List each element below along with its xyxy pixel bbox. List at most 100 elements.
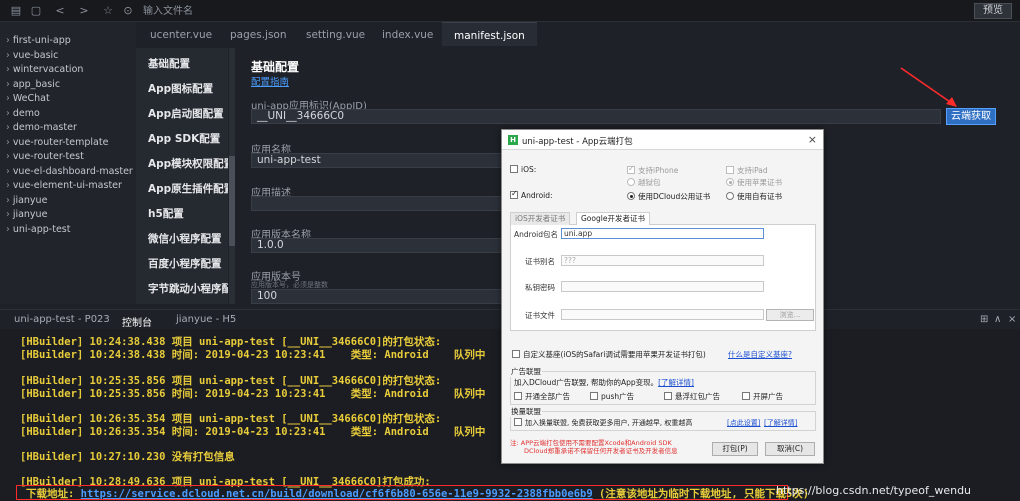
password-input[interactable] [561,281,764,292]
cert-file-label: 证书文件 [525,311,555,320]
ios-ipad-checkbox[interactable]: 支持iPad [726,165,768,176]
tab-manifest-json[interactable]: manifest.json [442,22,537,46]
tab-google-cert[interactable]: Google开发者证书 [576,212,650,225]
chevron-right-icon: › [6,107,10,119]
custom-base-checkbox[interactable]: 自定义基座(iOS的Safari调试需要用苹果开发证书打包) [512,349,706,360]
scrollbar-thumb[interactable] [229,156,235,246]
arrow-head [946,97,957,107]
dialog-close-icon[interactable]: × [808,133,817,146]
nav-app-sdk[interactable]: App SDK配置 [136,127,228,152]
nav-app-splash[interactable]: App启动图配置 [136,102,228,127]
project-item[interactable]: › uni-app-test [0,223,136,238]
custom-base-help-link[interactable]: 什么是自定义基座? [728,349,792,360]
project-item[interactable]: › WeChat [0,92,136,107]
nav-app-icon[interactable]: App图标配置 [136,77,228,102]
project-item[interactable]: › demo-master [0,121,136,136]
app-name-input[interactable]: uni-app-test [251,153,516,168]
tab-index[interactable]: index.vue [382,22,433,46]
nav-scrollbar[interactable] [229,48,235,304]
back-arrow-icon[interactable]: < [52,3,68,19]
download-line: 下载地址: https://service.dcloud.net.cn/buil… [26,486,809,501]
preview-button[interactable]: 预览 [974,3,1012,19]
tab-ucenter[interactable]: ucenter.vue [150,22,212,46]
project-item[interactable]: › app_basic [0,78,136,93]
nav-wechat-mp[interactable]: 微信小程序配置 [136,227,228,252]
cancel-button[interactable]: 取消(C) [765,442,815,456]
ios-checkbox[interactable]: iOS: [510,165,536,174]
pack-button[interactable]: 打包(P) [712,442,758,456]
pkg-label: Android包名 [514,230,558,239]
target-icon[interactable]: ⊙ [120,3,136,19]
project-item[interactable]: › vue-router-template [0,136,136,151]
checkbox-icon [664,392,672,400]
swap-group-title: 换量联盟 [510,406,542,417]
chevron-right-icon: › [6,78,10,90]
version-name-input[interactable]: 1.0.0 [251,238,516,253]
ad-push-checkbox[interactable]: push广告 [590,391,634,402]
maximize-icon[interactable]: ⊞ [980,314,988,325]
android-checkbox[interactable]: Android: [510,189,553,200]
ios-iphone-checkbox[interactable]: 支持iPhone [627,164,678,176]
project-item[interactable]: › vue-router-test [0,150,136,165]
nav-basic-config[interactable]: 基础配置 [136,52,228,77]
nav-bytedance-mp[interactable]: 字节跳动小程序配置 [136,277,228,302]
checkbox-icon [590,392,598,400]
nav-app-plugins[interactable]: App原生插件配置 [136,177,228,202]
chevron-right-icon: › [6,64,10,75]
swap-detail-link[interactable]: [了解详情] [764,418,797,428]
project-item[interactable]: › vue-basic [0,49,136,64]
tab-setting[interactable]: setting.vue [306,22,365,46]
download-url-link[interactable]: https://service.dcloud.net.cn/build/down… [81,488,593,500]
radio-icon [627,178,635,186]
forward-arrow-icon[interactable]: > [76,3,92,19]
checkbox-icon [514,418,522,426]
project-item[interactable]: › jianyue [0,208,136,223]
project-item[interactable]: › first-uni-app [0,34,136,49]
chevron-right-icon: › [6,122,10,133]
checkbox-icon [510,189,518,199]
ad-redpacket-checkbox[interactable]: 悬浮红包广告 [664,391,720,402]
password-label: 私钥密码 [525,283,555,292]
ad-detail-link[interactable]: [了解详情] [658,378,694,387]
sidebar-toggle-icon[interactable]: ▤ [8,3,24,19]
version-code-input[interactable]: 100 [251,289,516,304]
console-tab-p023[interactable]: uni-app-test - P023 [14,314,110,325]
android-dcloud-cert-radio[interactable]: 使用DCloud公用证书 [627,191,710,202]
ios-apple-cert-radio[interactable]: 使用苹果证书 [726,177,782,188]
swap-checkbox[interactable]: 加入换量联盟, 免费获取更多用户, 开通越早, 权重越高 [514,418,692,428]
appid-input[interactable]: __UNI__34666C0 [251,109,941,124]
project-item[interactable]: › demo [0,107,136,122]
nav-baidu-mp[interactable]: 百度小程序配置 [136,252,228,277]
project-item[interactable]: › vue-el-dashboard-master [0,165,136,180]
tab-pages-json[interactable]: pages.json [230,22,287,46]
project-item[interactable]: › wintervacation [0,63,136,78]
ad-all-checkbox[interactable]: 开通全部广告 [514,391,570,402]
pkg-input[interactable]: uni.app [561,228,764,239]
chevron-right-icon: › [6,209,10,220]
browse-button[interactable]: 浏览... [766,309,814,321]
project-item[interactable]: › vue-element-ui-master [0,179,136,194]
annotation-arrow [900,67,957,107]
chevron-up-icon[interactable]: ∧ [994,314,1001,325]
tab-ios-cert[interactable]: iOS开发者证书 [510,212,571,225]
log-line: [HBuilder] 10:27:10.230 没有打包信息 [20,451,235,463]
app-desc-input[interactable] [251,196,516,211]
star-icon[interactable]: ☆ [100,3,116,19]
cert-file-input[interactable] [561,309,764,320]
close-icon[interactable]: × [1008,314,1016,325]
nav-h5[interactable]: h5配置 [136,202,228,227]
search-input[interactable] [143,3,443,19]
alias-input[interactable]: ??? [561,255,764,266]
ad-group-title: 广告联盟 [510,366,542,377]
console-tab-jianyue-h5[interactable]: jianyue - H5 [176,314,236,325]
ios-jailbreak-radio[interactable]: 越狱包 [627,177,661,188]
window-icon[interactable]: ▢ [28,3,44,19]
radio-icon [627,192,635,200]
android-own-cert-radio[interactable]: 使用自有证书 [726,191,782,202]
checkbox-icon [512,350,520,358]
ad-splash-checkbox[interactable]: 开屏广告 [742,391,783,402]
swap-setup-link[interactable]: [点此设置] [727,418,760,428]
nav-app-modules[interactable]: App模块权限配置 [136,152,228,177]
guide-link[interactable]: 配置指南 [251,74,289,88]
project-item[interactable]: › jianyue [0,194,136,209]
